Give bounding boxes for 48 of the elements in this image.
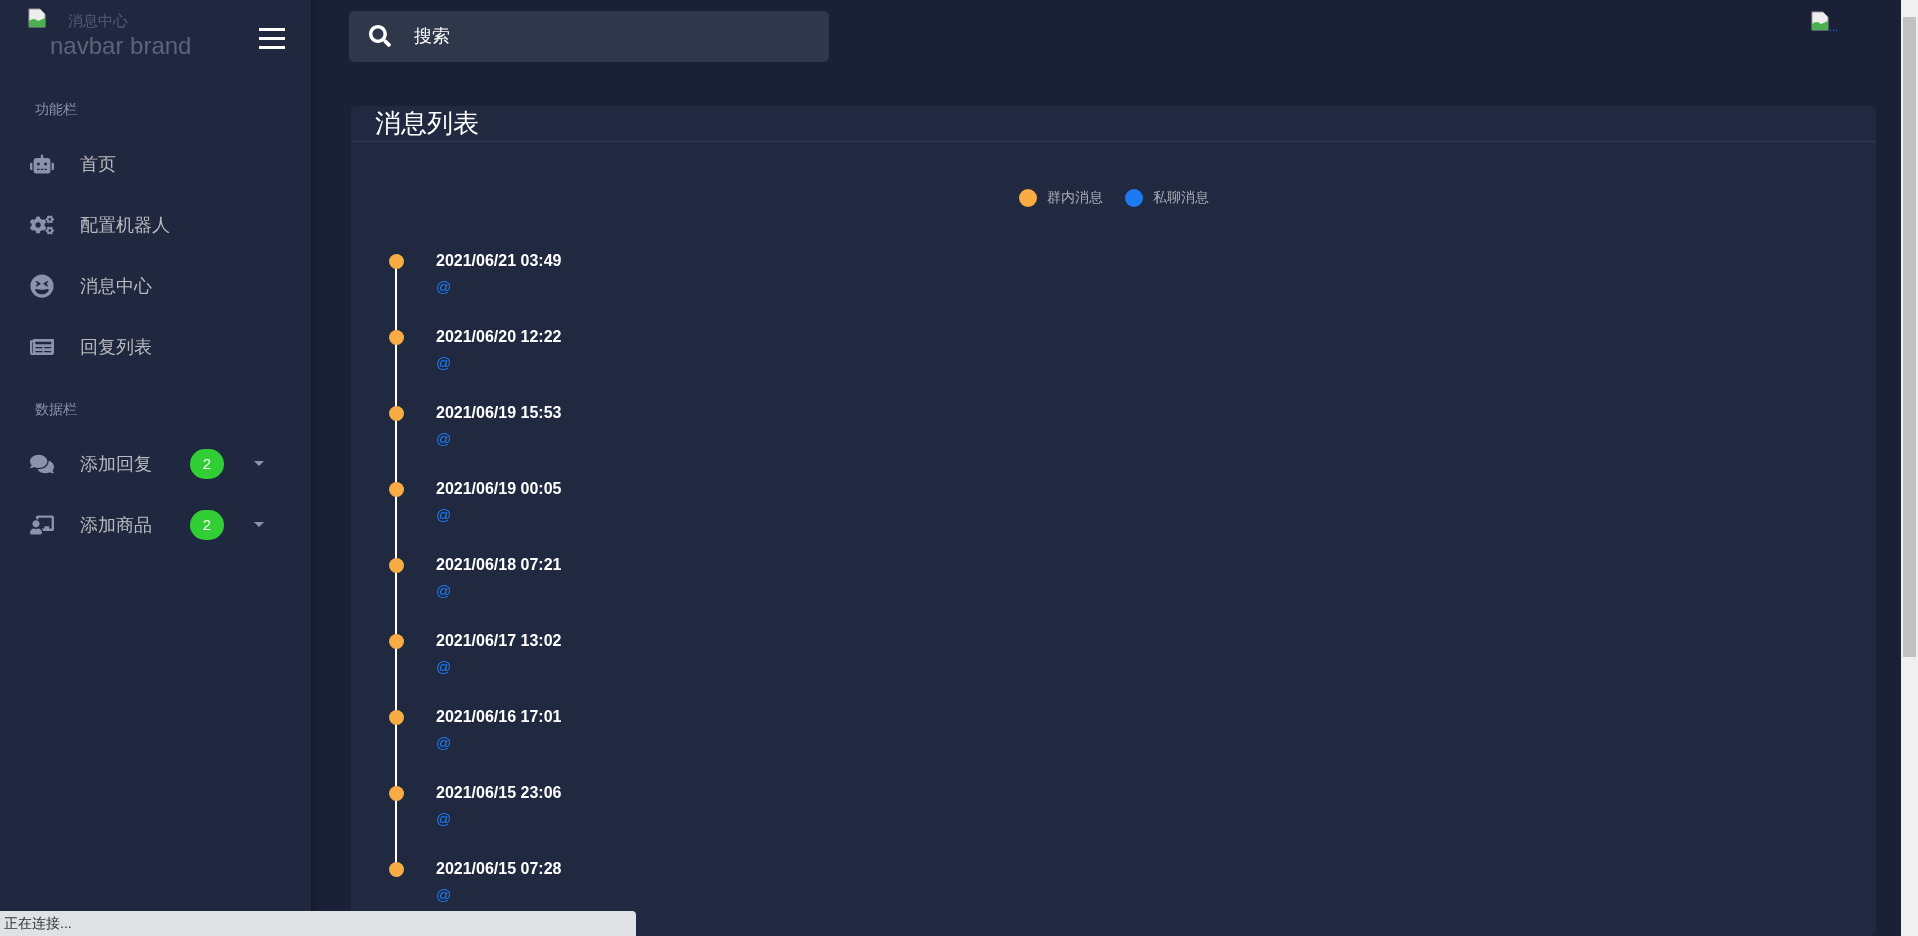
message-time: 2021/06/19 15:53 xyxy=(436,404,562,422)
mention-link[interactable]: @ xyxy=(436,430,562,447)
sidebar-item-label: 回复列表 xyxy=(80,335,153,359)
mention-link[interactable]: @ xyxy=(436,810,562,827)
mention-link[interactable]: @ xyxy=(436,886,562,903)
sidebar-item[interactable]: 消息中心 xyxy=(0,255,311,316)
broken-image-icon xyxy=(1810,11,1829,31)
status-text: 正在连接... xyxy=(4,914,72,933)
scrollbar[interactable] xyxy=(1901,0,1918,936)
message-time: 2021/06/19 00:05 xyxy=(436,480,562,498)
person-at-board-icon xyxy=(30,512,54,537)
message-time: 2021/06/20 12:22 xyxy=(436,328,562,346)
sidebar-item-label: 配置机器人 xyxy=(80,213,171,237)
card-title: 消息列表 xyxy=(375,107,479,140)
search-field[interactable]: 搜索 xyxy=(349,11,829,62)
sidebar-section-heading: 功能栏 xyxy=(34,100,78,119)
legend-label: 私聊消息 xyxy=(1152,189,1209,207)
gears-icon xyxy=(30,212,54,237)
sidebar-item[interactable]: 添加回复 2 xyxy=(0,433,311,494)
message-time: 2021/06/15 07:28 xyxy=(436,860,562,878)
mention-link[interactable]: @ xyxy=(436,278,562,295)
legend-label: 群内消息 xyxy=(1046,189,1103,207)
count-badge: 2 xyxy=(190,448,224,479)
avatar-alt-text: ... xyxy=(1828,21,1838,33)
laughing-face-icon xyxy=(30,273,54,298)
sidebar-item[interactable]: 配置机器人 xyxy=(0,194,311,255)
sidebar-item[interactable]: 添加商品 2 xyxy=(0,494,311,555)
message-time: 2021/06/16 17:01 xyxy=(436,708,562,726)
message-time: 2021/06/17 13:02 xyxy=(436,632,562,650)
sidebar-item-label: 添加回复 xyxy=(80,452,153,476)
sidebar-item[interactable]: 回复列表 xyxy=(0,316,311,377)
brand-alt-text: navbar brand xyxy=(50,32,192,60)
mention-link[interactable]: @ xyxy=(436,582,562,599)
count-badge: 2 xyxy=(190,509,224,540)
message-time: 2021/06/21 03:49 xyxy=(436,252,562,270)
mention-link[interactable]: @ xyxy=(436,734,562,751)
sidebar-section-heading: 数据栏 xyxy=(34,400,78,419)
mention-link[interactable]: @ xyxy=(436,354,562,371)
sidebar-item-label: 首页 xyxy=(80,152,117,176)
mention-link[interactable]: @ xyxy=(436,506,562,523)
sidebar-item-label: 添加商品 xyxy=(80,513,153,537)
broken-image-icon xyxy=(28,8,46,28)
sidebar-item[interactable]: 首页 xyxy=(0,133,311,194)
search-icon xyxy=(369,25,391,47)
message-time: 2021/06/15 23:06 xyxy=(436,784,562,802)
sidebar-item-label: 消息中心 xyxy=(80,274,153,298)
mention-link[interactable]: @ xyxy=(436,658,562,675)
message-time: 2021/06/18 07:21 xyxy=(436,556,562,574)
